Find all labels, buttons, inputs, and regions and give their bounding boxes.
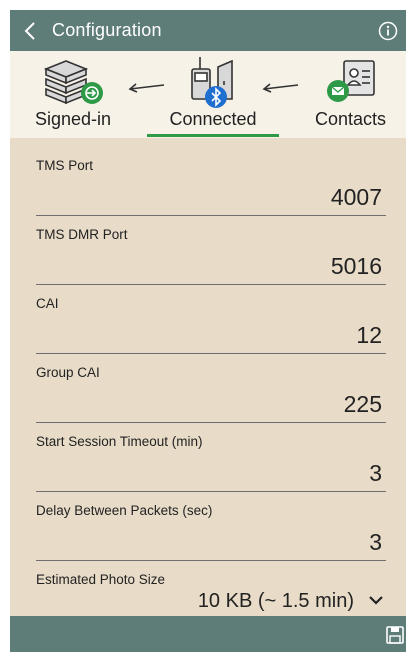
field-value[interactable]: 225 bbox=[344, 391, 382, 418]
field-value[interactable]: 4007 bbox=[331, 184, 382, 211]
estimated-photo-size-select[interactable]: Estimated Photo Size 10 KB (~ 1.5 min) bbox=[36, 556, 386, 616]
radio-bluetooth-icon bbox=[191, 57, 233, 108]
step-label: Signed-in bbox=[34, 109, 112, 129]
field-label: Start Session Timeout (min) bbox=[36, 434, 203, 449]
page-title: Configuration bbox=[52, 20, 162, 40]
step-label: Connected bbox=[169, 109, 257, 129]
field-label: Delay Between Packets (sec) bbox=[36, 503, 213, 518]
info-icon bbox=[378, 21, 398, 40]
field-label: CAI bbox=[36, 296, 59, 311]
cai-field[interactable]: CAI 12 bbox=[36, 280, 386, 354]
delay-between-packets-field[interactable]: Delay Between Packets (sec) 3 bbox=[36, 487, 386, 561]
field-label: Estimated Photo Size bbox=[36, 572, 166, 587]
bottom-bar bbox=[10, 616, 406, 652]
step-signed-in[interactable]: Signed-in bbox=[10, 51, 136, 138]
step-contacts[interactable]: Contacts bbox=[295, 51, 406, 138]
tms-port-field[interactable]: TMS Port 4007 bbox=[36, 142, 386, 216]
chevron-down-icon[interactable] bbox=[368, 594, 384, 606]
save-icon[interactable] bbox=[386, 626, 404, 644]
progress-steps: Signed-in Connected Contacts bbox=[10, 51, 406, 138]
field-label: Group CAI bbox=[36, 365, 100, 380]
select-value[interactable]: 10 KB (~ 1.5 min) bbox=[198, 590, 354, 613]
field-value[interactable]: 5016 bbox=[331, 253, 382, 280]
app-bar: Configuration bbox=[10, 10, 406, 51]
step-label: Contacts bbox=[314, 109, 387, 129]
info-button[interactable] bbox=[370, 10, 406, 51]
tms-dmr-port-field[interactable]: TMS DMR Port 5016 bbox=[36, 211, 386, 285]
settings-form: TMS Port 4007 TMS DMR Port 5016 CAI 12 G… bbox=[10, 138, 406, 616]
back-button[interactable] bbox=[10, 10, 50, 51]
chevron-left-icon bbox=[24, 21, 35, 40]
start-session-timeout-field[interactable]: Start Session Timeout (min) 3 bbox=[36, 418, 386, 492]
field-value[interactable]: 3 bbox=[369, 460, 382, 487]
field-label: TMS DMR Port bbox=[36, 227, 128, 242]
active-step-indicator bbox=[147, 134, 279, 137]
field-value[interactable]: 12 bbox=[356, 322, 382, 349]
field-label: TMS Port bbox=[36, 158, 94, 173]
group-cai-field[interactable]: Group CAI 225 bbox=[36, 349, 386, 423]
step-connected[interactable]: Connected bbox=[145, 51, 281, 138]
field-value[interactable]: 3 bbox=[369, 529, 382, 556]
contact-card-mail-icon bbox=[326, 60, 375, 102]
server-login-icon bbox=[43, 60, 103, 105]
